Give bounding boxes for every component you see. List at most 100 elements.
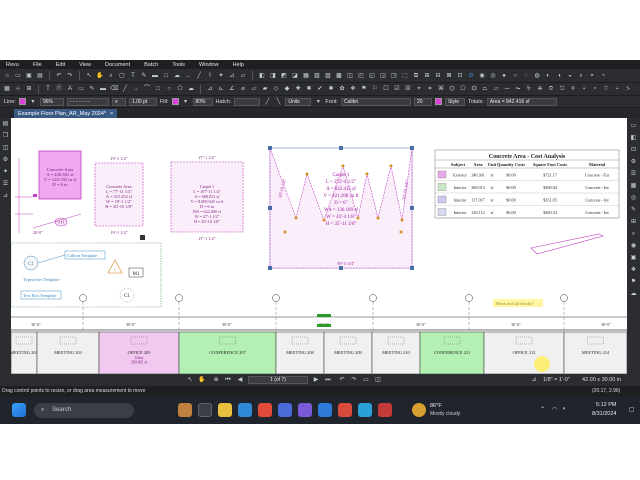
pan-mode-icon[interactable]: ✋ bbox=[198, 376, 206, 384]
line-style-field[interactable]: - - - - - - - bbox=[66, 97, 109, 106]
menu-file[interactable]: File bbox=[33, 62, 42, 68]
first-page-icon[interactable]: ⏮ bbox=[224, 376, 232, 384]
room[interactable]: MEETING 208 bbox=[275, 331, 325, 374]
history-back-icon[interactable]: ↶ bbox=[338, 376, 346, 384]
page-number-field[interactable]: 1 (of 7) bbox=[248, 376, 308, 384]
pan-icon[interactable]: ✋ bbox=[96, 72, 104, 80]
markup-9-icon[interactable]: → bbox=[132, 85, 140, 93]
markup-53-icon[interactable]: ⍩ bbox=[624, 85, 632, 93]
tool-z-icon[interactable]: ◐ bbox=[544, 72, 552, 80]
grid-icon[interactable]: ▦ bbox=[3, 85, 11, 93]
polyline-icon[interactable]: ⌇ bbox=[206, 72, 214, 80]
markup-39-icon[interactable]: ⏣ bbox=[470, 85, 478, 93]
panel-10-icon[interactable]: ⌕ bbox=[630, 230, 638, 238]
tool-v-icon[interactable]: ● bbox=[500, 72, 508, 80]
markup-28-icon[interactable]: ❖ bbox=[349, 85, 357, 93]
markup-27-icon[interactable]: ✿ bbox=[338, 85, 346, 93]
markup-11-icon[interactable]: □ bbox=[154, 85, 162, 93]
text-icon[interactable]: T bbox=[129, 72, 137, 80]
markup-38-icon[interactable]: ⎔ bbox=[459, 85, 467, 93]
save-icon[interactable]: ▣ bbox=[25, 72, 33, 80]
tool-ab-icon[interactable]: ◒ bbox=[566, 72, 574, 80]
markup-46-icon[interactable]: ⎊ bbox=[547, 85, 555, 93]
teams-icon[interactable] bbox=[298, 403, 312, 417]
panel-14-icon[interactable]: ⚑ bbox=[630, 278, 638, 286]
zoom-in-icon[interactable]: ⊕ bbox=[212, 376, 220, 384]
room[interactable]: MEETING 210 bbox=[371, 331, 421, 374]
line-opacity-field[interactable]: 96% bbox=[39, 97, 64, 106]
totals-field[interactable]: Area = 842.416 sf bbox=[486, 97, 557, 106]
tool-t-icon[interactable]: ◉ bbox=[478, 72, 486, 80]
next-page-icon[interactable]: ▶ bbox=[312, 376, 320, 384]
thickness-field[interactable]: 1.00 pt bbox=[128, 97, 157, 106]
note-highlight[interactable] bbox=[493, 299, 543, 307]
markup-12-icon[interactable]: ○ bbox=[165, 85, 173, 93]
menu-window[interactable]: Window bbox=[199, 62, 219, 68]
tool-g-icon[interactable]: ▨ bbox=[324, 72, 332, 80]
menu-document[interactable]: Document bbox=[105, 62, 130, 68]
snap-icon[interactable]: ⊹ bbox=[14, 85, 22, 93]
pen-icon[interactable]: ✎ bbox=[140, 72, 148, 80]
measurements-icon[interactable]: ⊿ bbox=[2, 192, 10, 200]
tool-s-icon[interactable]: ⊡ bbox=[456, 72, 464, 80]
content-icon[interactable]: ⊞ bbox=[25, 85, 33, 93]
markup-32-icon[interactable]: ☑ bbox=[393, 85, 401, 93]
menu-revu[interactable]: Revu bbox=[6, 62, 19, 68]
panel-6-icon[interactable]: ▦ bbox=[630, 182, 638, 190]
markup-44-icon[interactable]: ⏧ bbox=[525, 85, 533, 93]
tool-j-icon[interactable]: ◰ bbox=[357, 72, 365, 80]
tool-b-icon[interactable]: ◨ bbox=[269, 72, 277, 80]
markup-1-icon[interactable]: T bbox=[44, 85, 52, 93]
markup-15-icon[interactable]: ⊿ bbox=[206, 85, 214, 93]
markup-52-icon[interactable]: ⍨ bbox=[613, 85, 621, 93]
line-color-dropdown-icon[interactable]: ▾ bbox=[29, 98, 37, 106]
room[interactable]: MEETING 209 bbox=[323, 331, 373, 374]
markup-4-icon[interactable]: ▭ bbox=[77, 85, 85, 93]
tool-p-icon[interactable]: ⊞ bbox=[423, 72, 431, 80]
bookmarks-icon[interactable]: ❐ bbox=[2, 132, 10, 140]
tool-i-icon[interactable]: ◫ bbox=[346, 72, 354, 80]
task-view-icon[interactable] bbox=[198, 403, 212, 417]
tray-chevron-icon[interactable]: ⌃ bbox=[540, 406, 545, 413]
snapshot-icon[interactable]: ▢ bbox=[118, 72, 126, 80]
markup-14-icon[interactable]: ☁ bbox=[187, 85, 195, 93]
tool-q-icon[interactable]: ⊟ bbox=[434, 72, 442, 80]
markup-35-icon[interactable]: ⌗ bbox=[426, 85, 434, 93]
panel-2-icon[interactable]: ◧ bbox=[630, 134, 638, 142]
stamp-icon[interactable]: ✦ bbox=[217, 72, 225, 80]
open-icon[interactable]: ▭ bbox=[14, 72, 22, 80]
line-weight-field[interactable]: ≡ bbox=[111, 97, 126, 106]
store-icon[interactable] bbox=[278, 403, 292, 417]
panel-11-icon[interactable]: ◉ bbox=[630, 242, 638, 250]
print-icon[interactable]: ▤ bbox=[36, 72, 44, 80]
select-icon[interactable]: ↖ bbox=[85, 72, 93, 80]
tool-h-icon[interactable]: ▩ bbox=[335, 72, 343, 80]
volume-icon[interactable]: ◖ bbox=[562, 406, 566, 412]
markup-29-icon[interactable]: ⚑ bbox=[360, 85, 368, 93]
tool-w-icon[interactable]: ○ bbox=[511, 72, 519, 80]
markup-43-icon[interactable]: ⏦ bbox=[514, 85, 522, 93]
settings-icon[interactable] bbox=[358, 403, 372, 417]
arrow-markup[interactable] bbox=[530, 233, 604, 255]
tool-d-icon[interactable]: ◪ bbox=[291, 72, 299, 80]
tool-x-icon[interactable]: ◌ bbox=[522, 72, 530, 80]
markup-8-icon[interactable]: ╱ bbox=[121, 85, 129, 93]
tool-ad-icon[interactable]: ◔ bbox=[599, 72, 607, 80]
markup-16-icon[interactable]: ⊾ bbox=[217, 85, 225, 93]
outlook-icon[interactable] bbox=[318, 403, 332, 417]
search-icon[interactable]: ⌕ bbox=[577, 72, 585, 80]
floor-plan-rooms[interactable]: MEETING 201 MEETING 203 OFFICE 205Glass269… bbox=[11, 331, 627, 374]
tool-y-icon[interactable]: ◍ bbox=[533, 72, 541, 80]
markup-34-icon[interactable]: ⌖ bbox=[415, 85, 423, 93]
markup-20-icon[interactable]: ▰ bbox=[261, 85, 269, 93]
markup-6-icon[interactable]: ▬ bbox=[99, 85, 107, 93]
taskbar-search[interactable]: ⌕ Search bbox=[34, 403, 134, 418]
previous-page-icon[interactable]: ◀ bbox=[236, 376, 244, 384]
markups-list-icon[interactable]: ☰ bbox=[2, 180, 10, 188]
room[interactable]: CONFERENCE 207 bbox=[178, 331, 277, 374]
tool-c-icon[interactable]: ◩ bbox=[280, 72, 288, 80]
menu-view[interactable]: View bbox=[79, 62, 91, 68]
panel-8-icon[interactable]: ✎ bbox=[630, 206, 638, 214]
markup-22-icon[interactable]: ◆ bbox=[283, 85, 291, 93]
room[interactable]: MEETING 201 bbox=[11, 331, 38, 374]
